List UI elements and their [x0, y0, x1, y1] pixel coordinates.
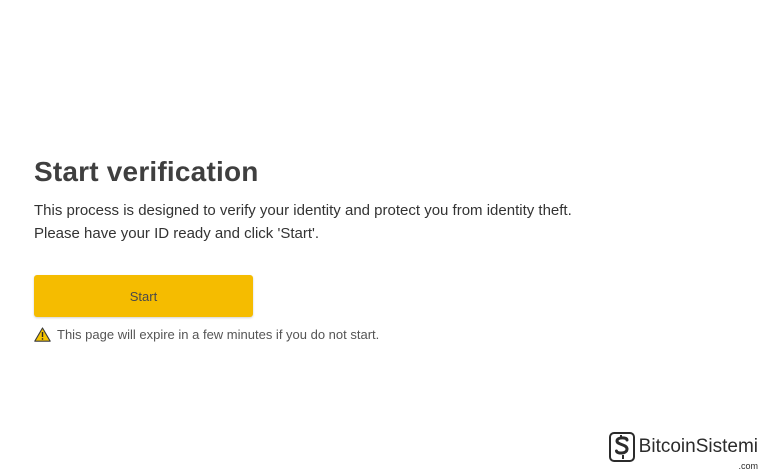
watermark-name: BitcoinSistemi [638, 436, 758, 457]
start-button[interactable]: Start [34, 275, 253, 317]
expiry-notice-text: This page will expire in a few minutes i… [57, 327, 380, 342]
site-watermark: BitcoinSistemi .com [607, 430, 758, 471]
bitcoin-logo-icon [607, 430, 637, 464]
warning-triangle-icon [34, 327, 51, 342]
watermark-text: BitcoinSistemi .com [638, 436, 758, 471]
page-title: Start verification [34, 156, 259, 187]
watermark-domain: .com [738, 461, 758, 471]
description-line-1: This process is designed to verify your … [34, 202, 572, 219]
description-line-2: Please have your ID ready and click 'Sta… [34, 225, 320, 242]
expiry-notice: This page will expire in a few minutes i… [34, 327, 379, 342]
page-description: This process is designed to verify your … [34, 199, 674, 245]
verification-panel: Start verification This process is desig… [34, 155, 674, 342]
